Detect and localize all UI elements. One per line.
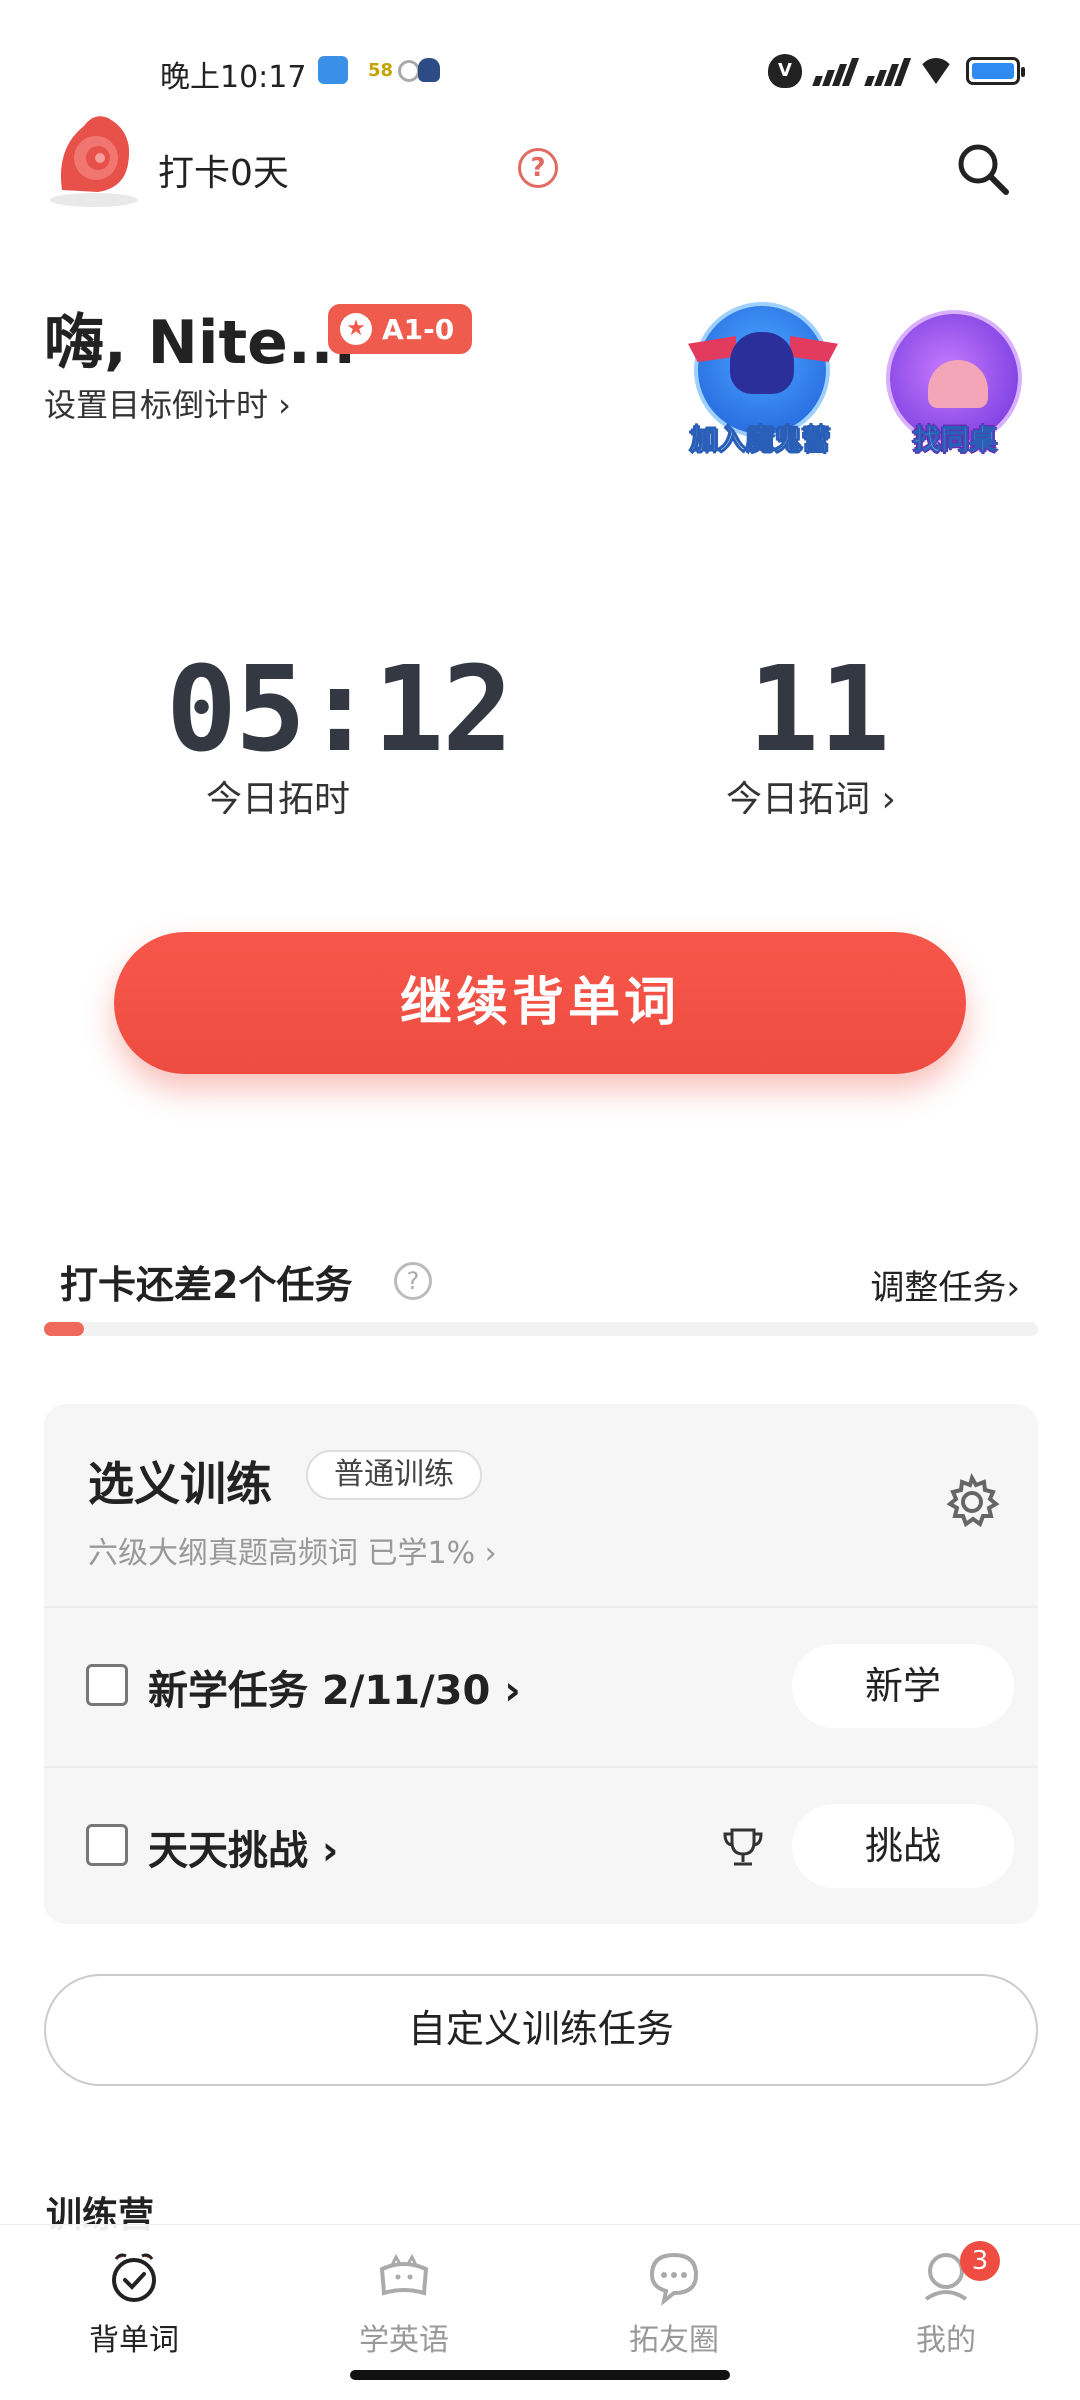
app-notification-icon — [318, 56, 348, 84]
find-deskmate-badge[interactable]: 找同桌 — [884, 306, 1026, 457]
task-progress-fill — [44, 1322, 84, 1336]
vpn-icon: V — [768, 54, 802, 88]
today-words-value[interactable]: 11 — [748, 640, 890, 778]
new-learn-checkbox[interactable] — [86, 1664, 128, 1706]
nav-friends-label: 拓友圈 — [629, 2323, 719, 2358]
daily-challenge-checkbox[interactable] — [86, 1824, 128, 1866]
home-indicator[interactable] — [350, 2370, 730, 2380]
training-title: 选义训练 — [88, 1457, 272, 1511]
snail-logo-icon[interactable] — [48, 108, 140, 208]
nav-memorize-label: 背单词 — [89, 2323, 179, 2358]
wifi-icon — [918, 58, 954, 84]
today-study-time-value: 05:12 — [166, 640, 513, 778]
checkin-days: 打卡0天 — [158, 153, 289, 194]
nav-friends[interactable]: 拓友圈 — [574, 2247, 774, 2359]
task-row-daily-challenge[interactable]: 天天挑战 › 挑战 — [44, 1766, 1038, 1926]
status-time: 晚上10:17 — [160, 60, 307, 95]
new-learn-task-label[interactable]: 新学任务 2/11/30 › — [148, 1658, 521, 1716]
notification-badge: 3 — [960, 2241, 1000, 2281]
challenge-button[interactable]: 挑战 — [792, 1804, 1014, 1888]
status-bar: 晚上10:17 58 V — [0, 0, 1080, 130]
signal-icon — [812, 56, 860, 86]
task-row-new-learn[interactable]: 新学任务 2/11/30 › 新学 — [44, 1606, 1038, 1766]
level-text: A1-0 — [382, 312, 455, 346]
trophy-icon — [723, 1828, 763, 1866]
adjust-tasks-link[interactable]: 调整任务› — [870, 1260, 1020, 1309]
nav-me[interactable]: 3 我的 — [846, 2241, 1046, 2359]
alarm-clock-check-icon — [112, 2253, 156, 2302]
signal2-icon — [864, 56, 912, 86]
level-badge[interactable]: ★ A1-0 — [328, 304, 473, 354]
new-learn-button[interactable]: 新学 — [792, 1644, 1014, 1728]
nav-memorize[interactable]: 背单词 — [34, 2247, 234, 2359]
tasks-remaining-title: 打卡还差2个任务 — [60, 1263, 353, 1307]
cat-notification-icon — [418, 58, 440, 82]
gear-icon[interactable] — [942, 1472, 1002, 1532]
daily-challenge-label[interactable]: 天天挑战 › — [148, 1818, 338, 1876]
ring-notification-icon — [398, 60, 420, 82]
goal-countdown-link[interactable]: 设置目标倒计时 › — [44, 380, 291, 426]
today-study-time-label: 今日拓时 — [206, 779, 351, 820]
find-deskmate-label: 找同桌 — [912, 423, 997, 457]
training-mode-tag[interactable]: 普通训练 — [306, 1450, 482, 1500]
app58-notification-icon: 58 — [368, 60, 394, 81]
today-words-link[interactable]: 今日拓词 › — [726, 770, 896, 822]
nav-me-label: 我的 — [916, 2323, 976, 2358]
battery-icon — [966, 57, 1025, 85]
greeting: 嗨, Nite... — [44, 308, 357, 378]
join-devil-camp-badge[interactable]: 加入魔鬼营 — [680, 292, 840, 457]
training-card: 选义训练 普通训练 六级大纲真题高频词 已学1% › 新学任务 2/11/30 … — [44, 1404, 1038, 1924]
devil-mascot-icon — [730, 332, 794, 394]
search-icon[interactable] — [954, 140, 1012, 198]
chat-bubble-icon — [649, 2252, 699, 2306]
help-icon[interactable]: ? — [518, 148, 558, 188]
book-cat-icon — [379, 2253, 429, 2296]
join-devil-camp-label: 加入魔鬼营 — [689, 423, 830, 457]
task-progress-bar — [44, 1322, 1038, 1336]
continue-memorize-button[interactable]: 继续背单词 — [114, 932, 966, 1074]
tasks-help-icon[interactable]: ? — [394, 1262, 432, 1300]
star-icon: ★ — [340, 313, 372, 345]
wordbook-progress-link[interactable]: 六级大纲真题高频词 已学1% › — [88, 1528, 497, 1572]
status-icons: V — [768, 54, 1025, 88]
nav-learn-english[interactable]: 学英语 — [304, 2247, 504, 2359]
custom-training-button[interactable]: 自定义训练任务 — [44, 1974, 1038, 2086]
nav-learn-english-label: 学英语 — [359, 2323, 449, 2358]
